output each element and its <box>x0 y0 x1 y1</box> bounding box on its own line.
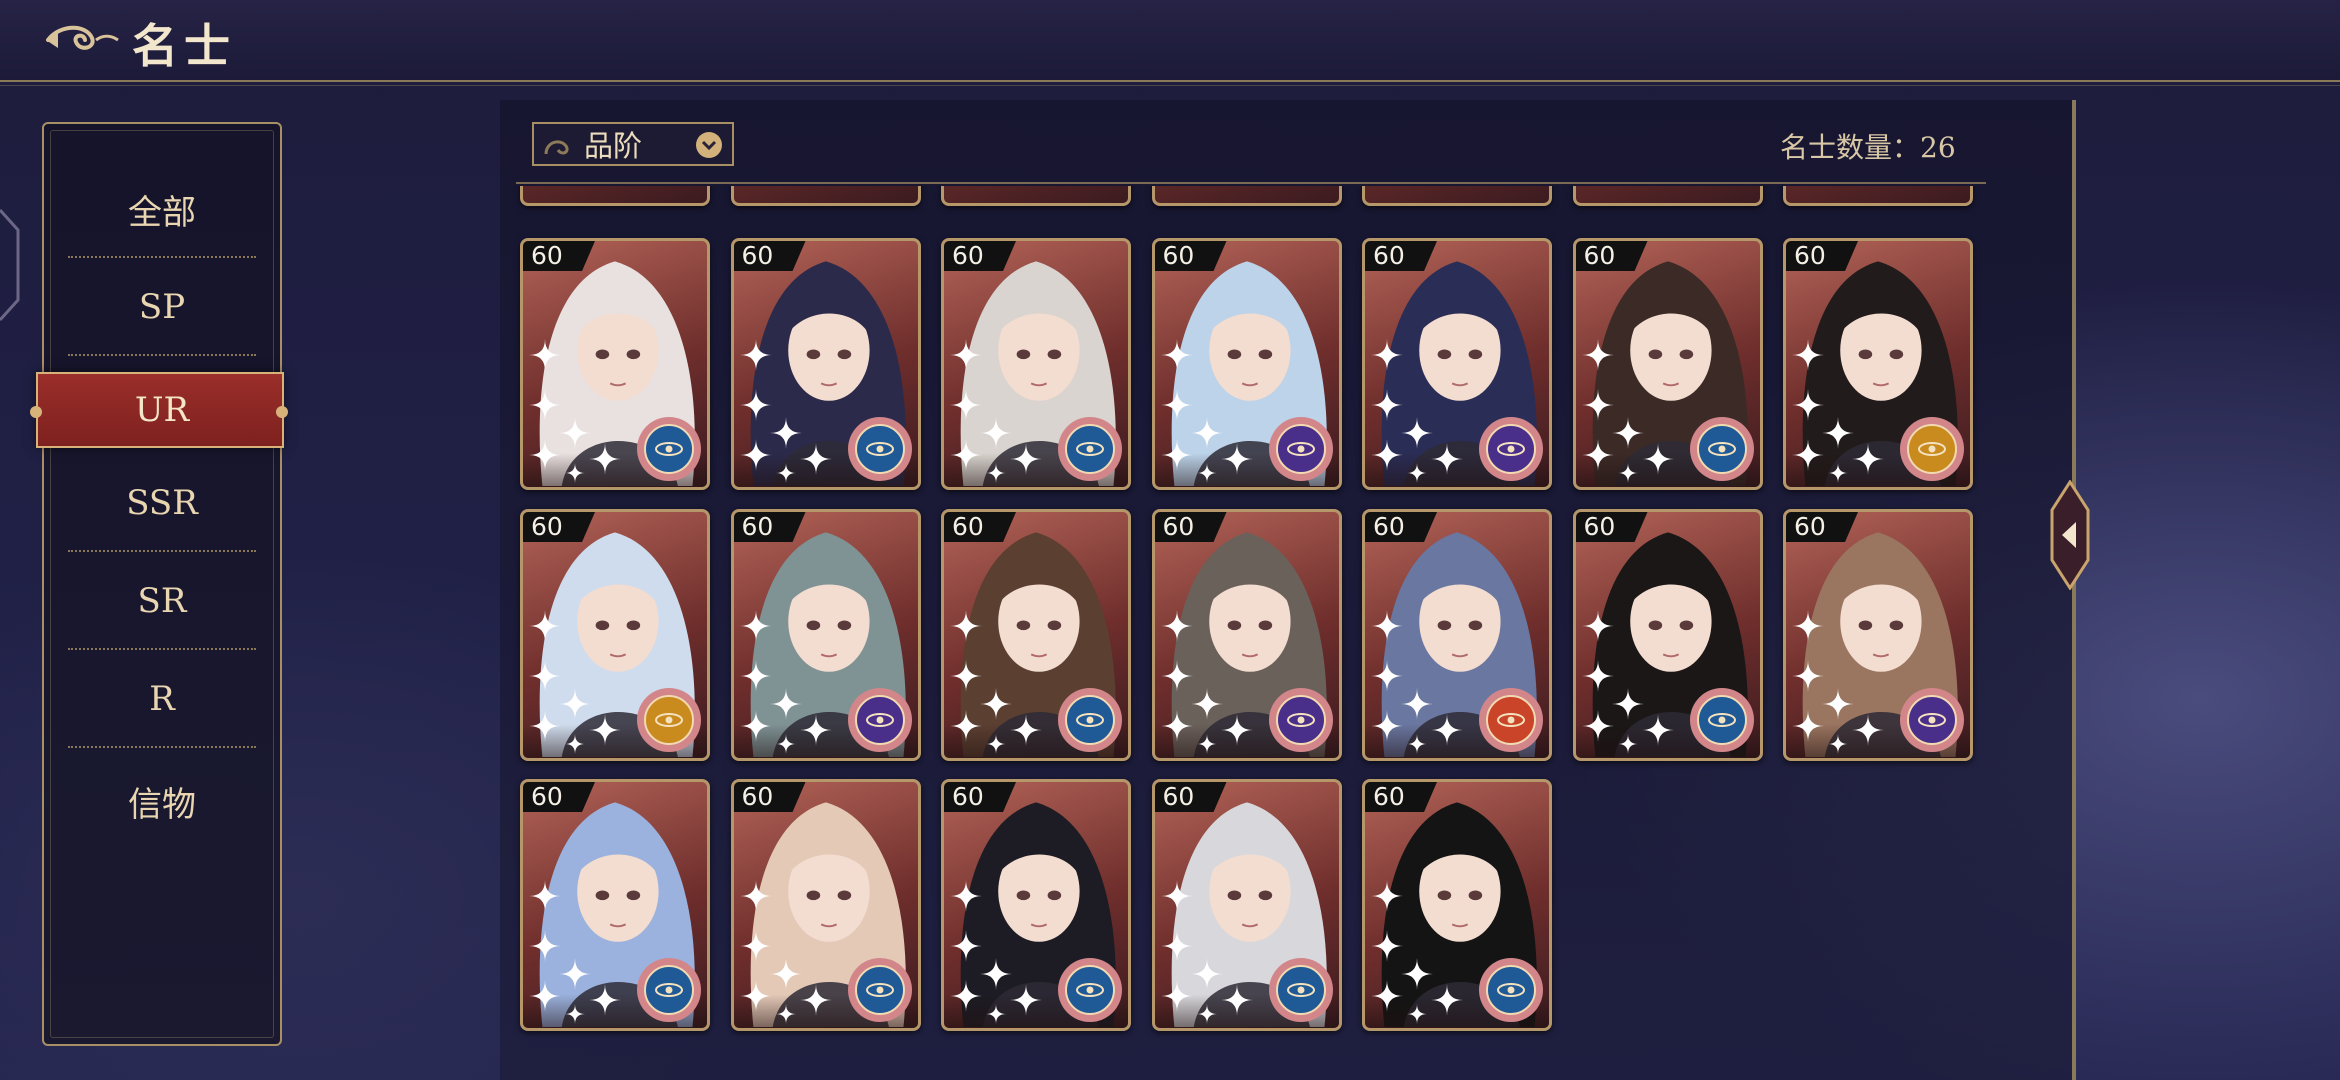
hero-card-partial[interactable] <box>1572 186 1763 206</box>
hero-card[interactable]: 60 <box>941 238 1131 490</box>
hero-card-partial[interactable] <box>1151 186 1342 206</box>
hero-card[interactable]: 60 <box>1362 779 1552 1031</box>
star-rank-icon <box>529 610 621 754</box>
star-rank-icon <box>1160 339 1253 483</box>
hero-card[interactable]: 60 <box>520 509 710 761</box>
highlight-ornament-left <box>30 406 42 418</box>
star-rank-icon <box>1581 610 1674 754</box>
hero-card[interactable]: 60 <box>1151 779 1342 1031</box>
category-sr[interactable]: SR <box>68 552 256 650</box>
eye-emblem-icon <box>1268 958 1333 1022</box>
sun-emblem-icon <box>1900 417 1964 481</box>
eye-emblem-icon <box>1058 958 1122 1022</box>
hero-card-partial[interactable] <box>1783 186 1973 206</box>
eye-emblem-icon <box>637 417 701 481</box>
hero-card[interactable]: 60 <box>1151 238 1342 490</box>
star-rank-icon <box>739 610 832 754</box>
hero-card[interactable]: 60 <box>1362 238 1552 490</box>
hero-card[interactable]: 60 <box>941 779 1131 1031</box>
eye-emblem-icon <box>847 958 912 1022</box>
planet-emblem-icon <box>1268 417 1333 481</box>
star-rank-icon <box>739 339 832 483</box>
eye-emblem-icon <box>1058 688 1122 752</box>
planet-emblem-icon <box>1479 417 1543 481</box>
star-rank-icon <box>1581 339 1674 483</box>
hero-card[interactable]: 60 <box>520 779 710 1031</box>
star-rank-icon <box>529 880 621 1024</box>
eye-emblem-icon <box>1689 688 1754 752</box>
hero-card-partial[interactable] <box>941 186 1131 206</box>
grid-divider <box>516 182 1986 184</box>
eye-emblem-icon <box>1689 417 1754 481</box>
star-rank-icon <box>1792 339 1884 483</box>
hero-card[interactable]: 60 <box>730 509 921 761</box>
cloud-ornament-icon <box>544 140 569 155</box>
edge-ornament <box>0 208 20 322</box>
hero-card-grid: 60 60 60 60 60 60 60 60 60 60 60 60 60 60 60 60 60 60 60 <box>510 186 1990 1080</box>
hero-card-partial[interactable] <box>730 186 921 206</box>
star-rank-icon <box>529 339 621 483</box>
hero-card[interactable]: 60 <box>520 238 710 490</box>
sun-emblem-icon <box>637 688 701 752</box>
chevron-down-icon <box>696 132 722 158</box>
planet-emblem-icon <box>1900 688 1964 752</box>
hero-count: 名士数量：26 <box>1780 131 1956 164</box>
eye-emblem-icon <box>1479 958 1543 1022</box>
highlight-ornament-right <box>276 406 288 418</box>
hero-card[interactable]: 60 <box>1572 509 1763 761</box>
back-button[interactable] <box>40 18 120 62</box>
category-all[interactable]: 全部 <box>68 160 256 258</box>
star-rank-icon <box>950 339 1042 483</box>
hero-card[interactable]: 60 <box>730 779 921 1031</box>
planet-emblem-icon <box>1268 688 1333 752</box>
star-rank-icon <box>739 880 832 1024</box>
hero-card[interactable]: 60 <box>1783 238 1973 490</box>
category-ur[interactable]: UR <box>68 361 256 459</box>
rank-filter-label: 品阶 <box>584 129 643 163</box>
star-rank-icon <box>950 880 1042 1024</box>
category-ssr[interactable]: SSR <box>68 454 256 552</box>
eye-emblem-icon <box>1058 417 1122 481</box>
star-rank-icon <box>1792 610 1884 754</box>
fire-emblem-icon <box>1479 688 1543 752</box>
star-rank-icon <box>1371 339 1463 483</box>
hero-card-partial[interactable] <box>520 186 710 206</box>
hero-card[interactable]: 60 <box>1783 509 1973 761</box>
arrow-left-icon[interactable] <box>2048 480 2092 590</box>
hero-card[interactable]: 60 <box>941 509 1131 761</box>
hero-card[interactable]: 60 <box>1151 509 1342 761</box>
category-r[interactable]: R <box>68 650 256 748</box>
star-rank-icon <box>1160 880 1253 1024</box>
star-rank-icon <box>950 610 1042 754</box>
category-sp[interactable]: SP <box>68 258 256 356</box>
eye-emblem-icon <box>847 417 912 481</box>
category-token[interactable]: 信物 <box>68 752 256 850</box>
eye-emblem-icon <box>637 958 701 1022</box>
swirl-back-icon <box>46 25 119 50</box>
star-rank-icon <box>1160 610 1253 754</box>
hero-card[interactable]: 60 <box>730 238 921 490</box>
star-rank-icon <box>1371 880 1463 1024</box>
hero-card[interactable]: 60 <box>1572 238 1763 490</box>
planet-emblem-icon <box>847 688 912 752</box>
hero-card[interactable]: 60 <box>1362 509 1552 761</box>
top-bar: 名士 <box>0 0 2340 86</box>
hero-card-partial[interactable] <box>1362 186 1552 206</box>
page-title: 名士 <box>132 19 236 73</box>
star-rank-icon <box>1371 610 1463 754</box>
rank-filter-dropdown[interactable]: 品阶 <box>532 122 734 166</box>
